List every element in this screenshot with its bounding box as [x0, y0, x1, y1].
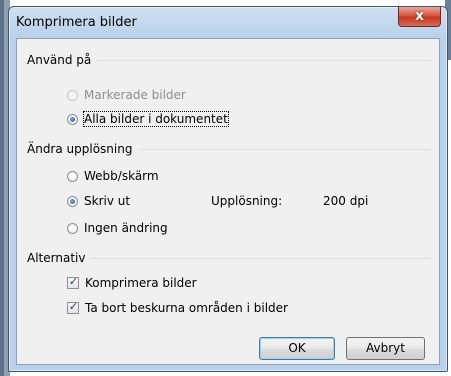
alternatives-divider — [90, 258, 431, 259]
resolution-divider — [140, 149, 431, 150]
option-delete-cropped[interactable]: ✓ Ta bort beskurna områden i bilder — [67, 300, 288, 315]
close-button[interactable]: x — [398, 7, 441, 27]
resolution-heading: Ändra upplösning — [27, 142, 133, 156]
radio-all-pictures[interactable] — [67, 113, 78, 125]
checkbox-delete-cropped[interactable]: ✓ — [67, 300, 79, 314]
radio-web-screen[interactable] — [67, 170, 78, 182]
resolution-info-value: 200 dpi — [323, 194, 369, 208]
checkmark-icon: ✓ — [68, 300, 79, 313]
apply-to-divider — [97, 60, 431, 61]
option-web-screen-label: Webb/skärm — [84, 169, 159, 183]
ok-button[interactable]: OK — [259, 337, 335, 360]
option-no-change[interactable]: Ingen ändring — [67, 221, 168, 235]
option-compress-pictures[interactable]: ✓ Komprimera bilder — [67, 275, 197, 290]
compress-pictures-dialog: Komprimera bilder x Använd på Markerade … — [8, 6, 448, 372]
cancel-button[interactable]: Avbryt — [346, 337, 425, 360]
radio-no-change[interactable] — [67, 222, 78, 234]
option-all-pictures-label: Alla bilder i dokumentet — [83, 111, 229, 127]
dialog-body: Använd på Markerade bilder Alla bilder i… — [16, 38, 440, 365]
checkmark-icon: ✓ — [68, 275, 79, 288]
option-all-pictures[interactable]: Alla bilder i dokumentet — [67, 111, 229, 127]
option-print[interactable]: Skriv ut — [67, 194, 130, 208]
resolution-info-label: Upplösning: — [211, 194, 283, 208]
apply-to-heading: Använd på — [27, 53, 92, 67]
radio-selected-pictures[interactable] — [67, 89, 78, 101]
radio-print[interactable] — [67, 195, 78, 207]
close-icon: x — [414, 8, 425, 24]
alternatives-heading: Alternativ — [27, 251, 86, 265]
dialog-title: Komprimera bilder — [16, 15, 137, 30]
option-no-change-label: Ingen ändring — [84, 221, 168, 235]
option-selected-pictures-label: Markerade bilder — [84, 88, 186, 102]
checkbox-compress-pictures[interactable]: ✓ — [67, 275, 79, 289]
option-selected-pictures[interactable]: Markerade bilder — [67, 88, 186, 102]
option-web-screen[interactable]: Webb/skärm — [67, 169, 159, 183]
option-delete-cropped-label: Ta bort beskurna områden i bilder — [85, 301, 288, 315]
option-compress-pictures-label: Komprimera bilder — [85, 276, 197, 290]
option-print-label: Skriv ut — [84, 194, 131, 208]
